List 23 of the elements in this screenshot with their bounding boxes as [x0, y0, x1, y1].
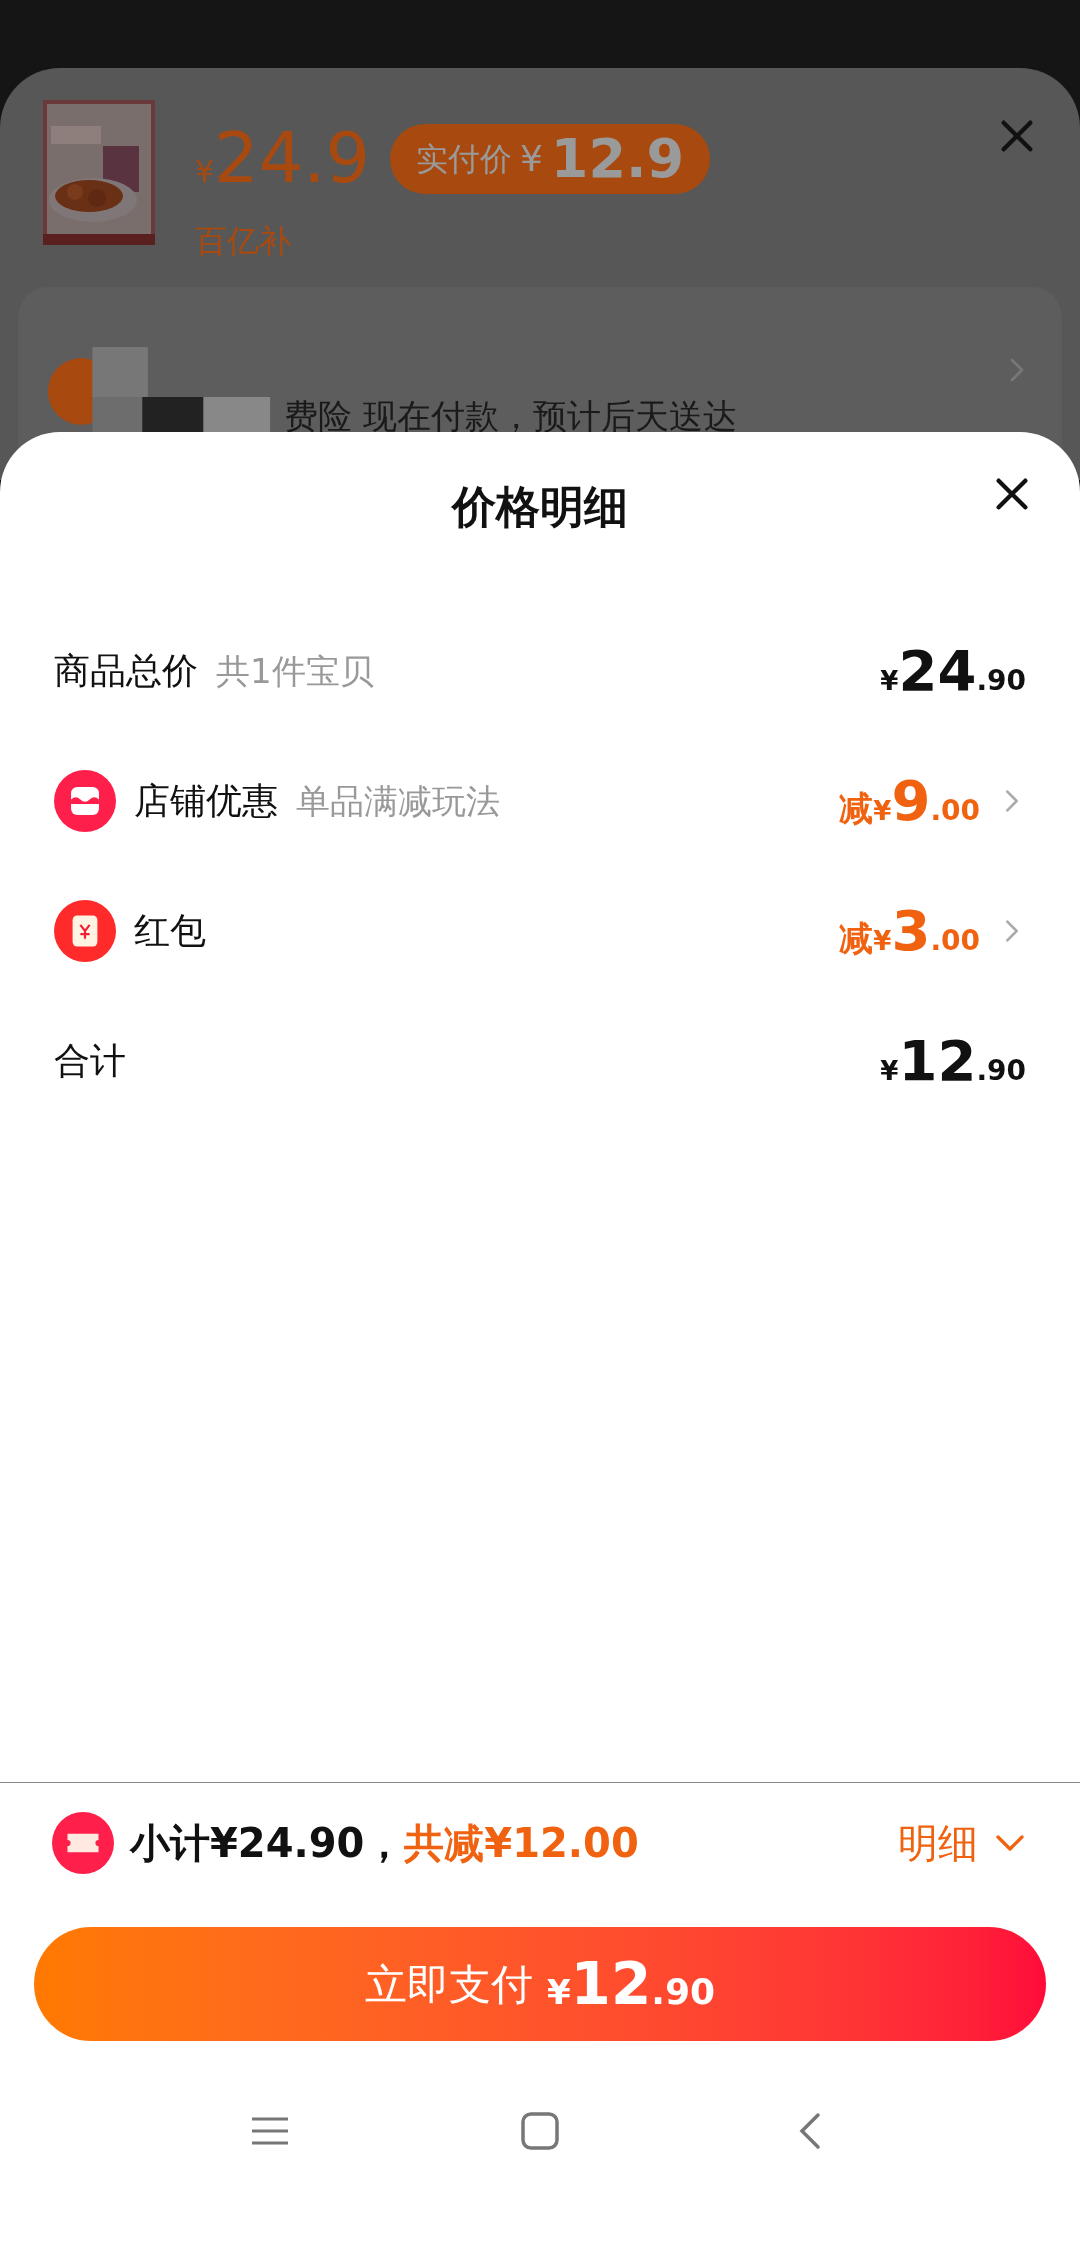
- row-note: 单品满减玩法: [296, 779, 500, 823]
- home-icon[interactable]: [520, 2111, 560, 2151]
- price-amount: 减¥3.00: [839, 897, 980, 965]
- ticket-icon: [52, 1812, 114, 1874]
- price-amount: ¥12.90: [880, 1027, 1026, 1095]
- product-price: ¥24.9: [195, 116, 370, 201]
- row-label: 店铺优惠: [134, 779, 278, 823]
- saved-text: 共减¥12.00: [404, 1819, 639, 1868]
- price-amount: ¥24.90: [880, 637, 1026, 705]
- pay-price-badge: 实付价 ¥12.9: [389, 123, 711, 194]
- price-amount: 减¥9.00: [839, 767, 980, 835]
- sheet-title: 价格明细: [452, 480, 628, 534]
- row-label: 合计: [54, 1039, 126, 1083]
- pay-now-button[interactable]: 立即支付 ¥12.90: [34, 1927, 1046, 2041]
- shop-icon: [54, 770, 116, 832]
- subtotal-text: 小计¥24.90，: [130, 1819, 405, 1868]
- detail-toggle[interactable]: 明细: [898, 1813, 1028, 1873]
- row-label: 红包: [134, 909, 206, 953]
- row-note: 共1件宝贝: [216, 649, 374, 693]
- delivery-text: 费险 现在付款，预计后天送达: [284, 395, 737, 438]
- subsidy-tag: 百亿补: [195, 217, 711, 265]
- row-label: 商品总价: [54, 649, 198, 693]
- envelope-icon: [54, 900, 116, 962]
